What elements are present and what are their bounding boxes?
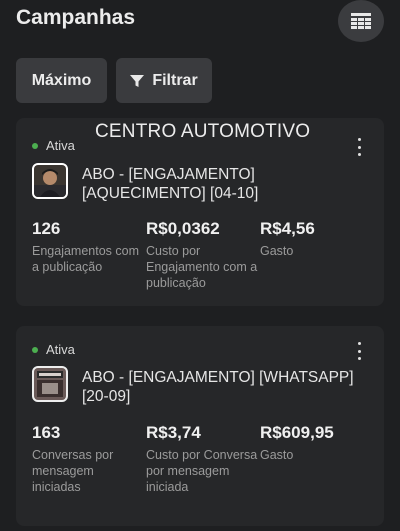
overlay-caption: CENTRO AUTOMOTIVO bbox=[95, 121, 311, 142]
status-badge: Ativa bbox=[32, 342, 75, 357]
filter-icon bbox=[130, 74, 145, 87]
campaign-name: ABO - [ENGAJAMENTO] [WHATSAPP] [20-09] bbox=[82, 369, 354, 405]
status-dot bbox=[32, 142, 38, 149]
table-view-button[interactable] bbox=[338, 0, 384, 42]
metric-value: R$3,74 bbox=[146, 423, 201, 442]
metric-label: Gasto bbox=[260, 448, 294, 462]
campaign-card[interactable]: Ativa ABO - [ENGAJAMENTO] [WHATSAPP] [20… bbox=[16, 326, 384, 526]
maximo-label: Máximo bbox=[31, 71, 92, 89]
metric-cost: R$3,74 Custo por Conversa por mensagem i… bbox=[146, 423, 258, 495]
filter-label: Filtrar bbox=[152, 71, 198, 89]
metric-value: R$4,56 bbox=[260, 219, 315, 238]
campaign-card[interactable]: Ativa ABO - [ENGAJAMENTO] [AQUECIMENTO] … bbox=[16, 118, 384, 306]
status-badge: Ativa bbox=[32, 138, 75, 153]
more-options-icon[interactable] bbox=[356, 342, 362, 360]
metric-value: 126 bbox=[32, 219, 61, 238]
metric-spent: R$609,95 Gasto bbox=[260, 423, 372, 463]
metric-value: 163 bbox=[32, 423, 61, 442]
metric-label: Custo por Engajamento com a publicação bbox=[146, 244, 258, 290]
metric-label: Conversas por mensagem iniciadas bbox=[32, 448, 114, 494]
metric-results: 126 Engajamentos com a publicação bbox=[32, 219, 144, 275]
metric-value: R$609,95 bbox=[260, 423, 334, 442]
campaign-thumbnail bbox=[32, 366, 68, 402]
metric-value: R$0,0362 bbox=[146, 219, 220, 238]
table-icon bbox=[351, 13, 371, 29]
metric-label: Gasto bbox=[260, 244, 294, 258]
page-title: Campanhas bbox=[16, 6, 136, 29]
campaign-thumbnail bbox=[32, 163, 68, 199]
metric-label: Engajamentos com a publicação bbox=[32, 244, 140, 274]
metric-label: Custo por Conversa por mensagem iniciada bbox=[146, 448, 258, 494]
more-options-icon[interactable] bbox=[356, 138, 362, 156]
status-label: Ativa bbox=[46, 342, 75, 357]
filter-button[interactable]: Filtrar bbox=[116, 58, 212, 103]
metric-cost: R$0,0362 Custo por Engajamento com a pub… bbox=[146, 219, 258, 291]
campaign-name: ABO - [ENGAJAMENTO] [AQUECIMENTO] [04-10… bbox=[82, 166, 259, 202]
maximo-button[interactable]: Máximo bbox=[16, 58, 107, 103]
status-dot bbox=[32, 346, 38, 353]
status-label: Ativa bbox=[46, 138, 75, 153]
header: Campanhas bbox=[0, 0, 400, 44]
metric-results: 163 Conversas por mensagem iniciadas bbox=[32, 423, 144, 495]
metric-spent: R$4,56 Gasto bbox=[260, 219, 372, 259]
